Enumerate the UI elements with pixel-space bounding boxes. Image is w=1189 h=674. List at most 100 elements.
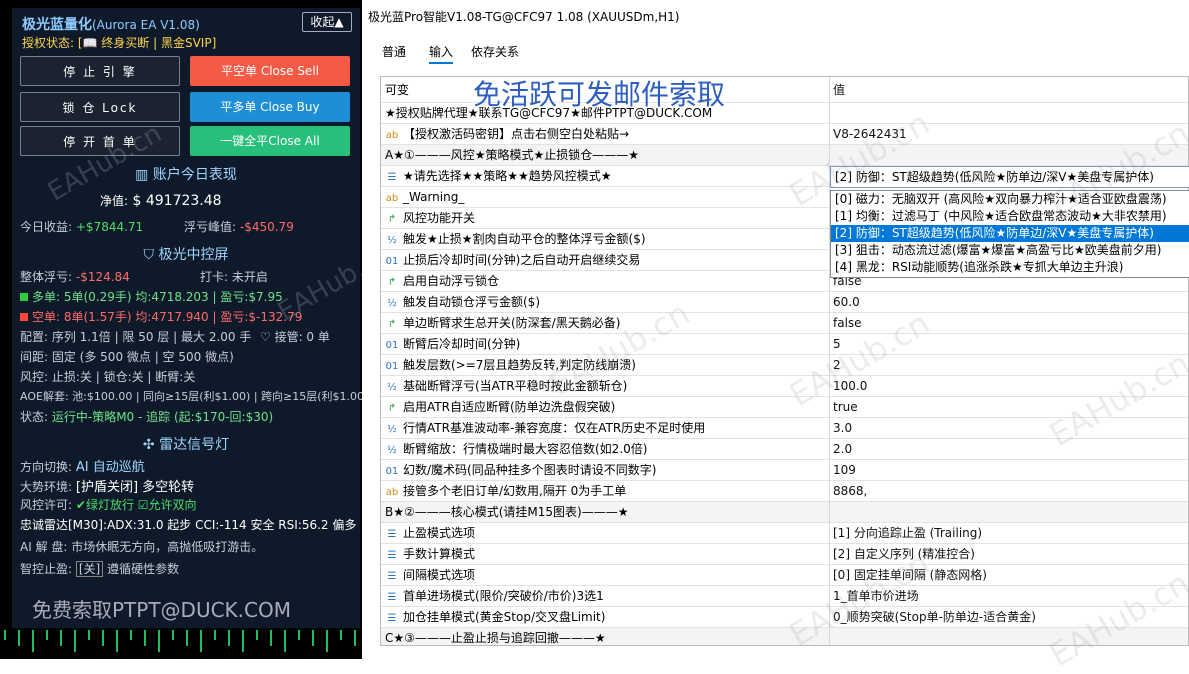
param-name: 启用自动浮亏锁仓: [403, 274, 500, 288]
param-row[interactable]: ☰ 首单进场模式(限价/突破价/市价)3选1 1_首单市价进场: [381, 586, 1188, 607]
param-name: _Warning_: [403, 190, 465, 204]
tab-inputs[interactable]: 输入: [429, 43, 454, 64]
risk-permit: 风控许可: ✔绿灯放行 ☑允许双向: [20, 498, 197, 512]
risk-line: 风控: 止损:关 | 锁仓:关 | 断臂:关: [20, 370, 196, 384]
param-name: 断臂缩放：行情极端时最大容忍倍数(如2.0倍): [403, 442, 648, 456]
tab-common[interactable]: 普通: [382, 43, 406, 60]
param-name: 间隔模式选项: [403, 568, 476, 582]
enum-type-icon: ☰: [387, 172, 397, 183]
enum-type-icon: ☰: [387, 613, 397, 624]
param-name: 触发自动锁仓浮亏金额($): [403, 295, 540, 309]
smart-takeprofit: 智控止盈: [关] 遵循硬性参数: [20, 561, 180, 577]
param-value[interactable]: true: [833, 397, 858, 417]
param-name: 行情ATR基准波动率-兼容宽度：仅在ATR历史不足时使用: [403, 421, 706, 435]
tab-dependencies[interactable]: 依存关系: [471, 43, 519, 60]
param-row[interactable]: ☰ 手数计算模式 [2] 自定义序列 (精准控合): [381, 544, 1188, 565]
punch-status: 打卡: 未开启: [200, 270, 268, 284]
price-chart[interactable]: 极光蓝量化(Aurora EA V1.08) 收起▲ 授权状态: [📖 终身买断…: [0, 0, 362, 659]
chart-tick: [270, 630, 272, 646]
param-row[interactable]: ↱ 单边断臂求生总开关(防深套/黑天鹅必备) false: [381, 313, 1188, 334]
param-row[interactable]: B★②———核心模式(请挂M15图表)———★: [381, 502, 1188, 523]
param-name: A★①———风控★策略模式★止损锁仓———★: [385, 148, 639, 162]
param-name: 触发★止损★割肉自动平仓的整体浮亏金额($): [403, 232, 646, 246]
param-name: 止盈模式选项: [403, 526, 476, 540]
number-type-icon: 01: [385, 466, 399, 477]
chart-icon: ▥: [135, 167, 153, 183]
radar-indicators: 忠诚雷达[M30]:ADX:31.0 起步 CCI:-114 安全 RSI:56…: [20, 518, 357, 532]
dropdown-option[interactable]: [1] 均衡：过滤马丁 (中风险★适合欧盘常态波动★大非农禁用): [831, 208, 1189, 225]
param-row[interactable]: 01 断臂后冷却时间(分钟) 5: [381, 334, 1188, 355]
chart-tick: [214, 630, 216, 640]
chart-tick: [326, 630, 328, 652]
dropdown-option[interactable]: [0] 磁力：无脑双开 (高风险★双向暴力榨汁★适合亚欧盘震荡): [831, 191, 1189, 208]
chart-tick: [46, 630, 48, 640]
chart-tick: [60, 630, 62, 646]
string-type-icon: ab: [385, 487, 399, 498]
dropdown-option[interactable]: [3] 狙击：动态流过滤(爆富★爆富★高盈亏比★欧美盘前夕用): [831, 242, 1189, 259]
short-square-icon: [20, 313, 28, 321]
control-section-title: ⛉ 极光中控屏: [143, 247, 229, 263]
shield-icon: ⛉: [143, 247, 159, 263]
bool-type-icon: ↱: [387, 277, 397, 288]
chart-tick: [284, 630, 286, 652]
chart-tick: [102, 630, 104, 646]
param-value[interactable]: false: [833, 313, 862, 333]
param-row[interactable]: ab 【授权激活码密钥】点击右侧空白处粘贴→ V8-2642431: [381, 124, 1188, 145]
bool-type-icon: ↱: [387, 214, 397, 225]
param-name: 接管多个老旧订单/幻数用,隔开 0为手工单: [403, 484, 627, 498]
param-row[interactable]: A★①———风控★策略模式★止损锁仓———★: [381, 145, 1188, 166]
param-row[interactable]: 01 触发层数(>=7层且趋势反转,判定防线崩溃) 2: [381, 355, 1188, 376]
chart-tick: [88, 630, 90, 640]
param-value[interactable]: 2.0: [833, 439, 852, 459]
param-value[interactable]: 109: [833, 460, 856, 480]
strategy-mode-dropdown[interactable]: [0] 磁力：无脑双开 (高风险★双向暴力榨汁★适合亚欧盘震荡) [1] 均衡：过…: [830, 190, 1189, 278]
param-row[interactable]: ½ 触发自动锁仓浮亏金额($) 60.0: [381, 292, 1188, 313]
long-square-icon: [20, 293, 28, 301]
bool-type-icon: ↱: [387, 319, 397, 330]
chart-tick: [256, 630, 258, 640]
param-name: C★③———止盈止损与追踪回撤———★: [385, 631, 606, 645]
config-line: 配置: 序列 1.1倍 | 限 50 层 | 最大 2.00 手: [20, 330, 252, 344]
param-row[interactable]: ab 接管多个老旧订单/幻数用,隔开 0为手工单 8868,: [381, 481, 1188, 502]
enum-type-icon: ☰: [387, 550, 397, 561]
param-row[interactable]: 01 幻数/魔术码(同品种挂多个图表时请设不同数字) 109: [381, 460, 1188, 481]
dialog-title: 极光蓝Pro智能V1.08-TG@CFC97 1.08 (XAUUSDm,H1): [368, 10, 680, 24]
param-name: 风控功能开关: [403, 211, 476, 225]
param-name: B★②———核心模式(请挂M15图表)———★: [385, 505, 629, 519]
ea-button-1[interactable]: 锁 仓 Lock: [20, 92, 180, 122]
dropdown-option[interactable]: [4] 黑龙：RSI动能顺势(追涨杀跌★专抓大单边主升浪): [831, 259, 1189, 276]
number-type-icon: 01: [385, 340, 399, 351]
param-name: 【授权激活码密钥】点击右侧空白处粘贴→: [403, 127, 630, 141]
chart-tick: [18, 630, 20, 646]
number-type-icon: 01: [385, 256, 399, 267]
chart-tick: [242, 630, 244, 652]
number-type-icon: ½: [387, 298, 397, 309]
ea-button-5[interactable]: 一键全平Close All: [190, 126, 350, 156]
chart-tick: [298, 630, 300, 640]
ea-button-0[interactable]: 停 止 引 擎: [20, 56, 180, 86]
radar-section-title: ✣ 雷达信号灯: [142, 437, 230, 453]
param-value[interactable]: 8868,: [833, 481, 867, 501]
param-row[interactable]: ☰ 间隔模式选项 [0] 固定挂单间隔 (静态网格): [381, 565, 1188, 586]
checkbox-icon: ☑: [137, 498, 149, 512]
param-value[interactable]: 3.0: [833, 418, 852, 438]
param-row[interactable]: ☰ 止盈模式选项 [1] 分向追踪止盈 (Trailing): [381, 523, 1188, 544]
param-value[interactable]: 60.0: [833, 292, 860, 312]
param-value[interactable]: [1] 分向追踪止盈 (Trailing): [833, 523, 982, 543]
dropdown-option[interactable]: [2] 防御：ST超级趋势(低风险★防单边/深V★美盘专属护体): [831, 225, 1189, 242]
param-name: 单边断臂求生总开关(防深套/黑天鹅必备): [403, 316, 621, 330]
param-name: 首单进场模式(限价/突破价/市价)3选1: [403, 589, 604, 603]
chart-tick: [340, 630, 342, 640]
ea-button-4[interactable]: 平多单 Close Buy: [190, 92, 350, 122]
ai-analysis: AI 解 盘: 市场休眠无方向，高抛低吸打游击。: [20, 540, 264, 554]
smart-tag[interactable]: [关]: [75, 561, 104, 577]
chart-tick: [158, 630, 160, 652]
param-name: 止损后冷却时间(分钟)之后自动开启继续交易: [403, 253, 641, 267]
chart-tick: [354, 630, 356, 646]
net-value-row: 净值: $ 491723.48: [100, 193, 222, 209]
heart-icon: ♡: [260, 330, 275, 344]
ea-button-3[interactable]: 平空单 Close Sell: [190, 56, 350, 86]
param-name: ★请先选择★★策略★★趋势风控模式★: [403, 169, 612, 183]
collapse-button[interactable]: 收起▲: [302, 12, 352, 32]
chart-tick: [74, 630, 76, 652]
